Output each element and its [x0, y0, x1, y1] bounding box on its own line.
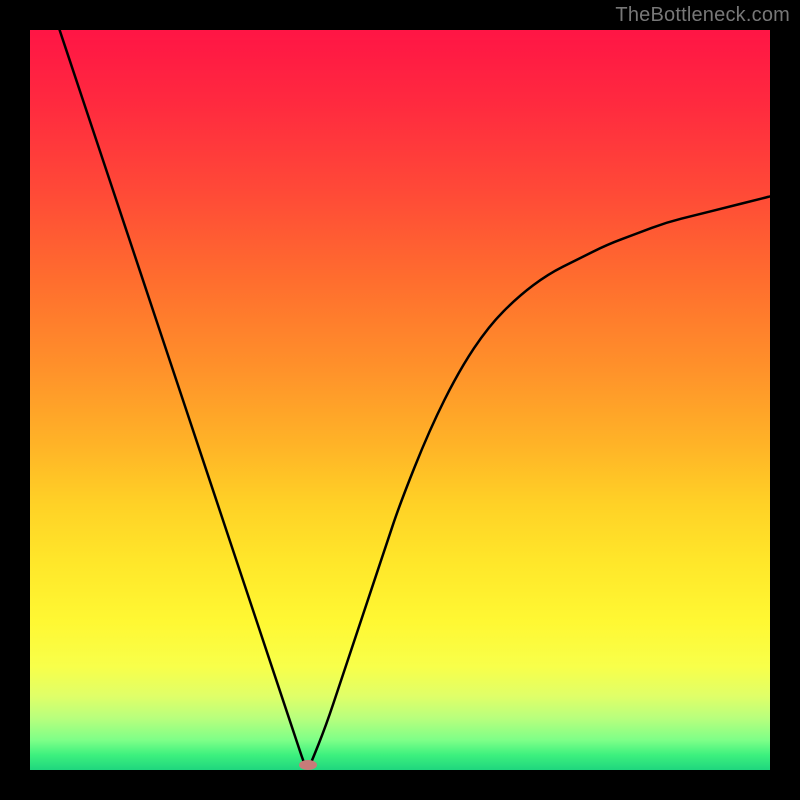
chart-frame: TheBottleneck.com	[0, 0, 800, 800]
bottleneck-curve	[60, 30, 770, 768]
min-point-marker	[299, 760, 317, 770]
curve-svg	[30, 30, 770, 770]
watermark-label: TheBottleneck.com	[615, 4, 790, 27]
plot-area	[30, 30, 770, 770]
